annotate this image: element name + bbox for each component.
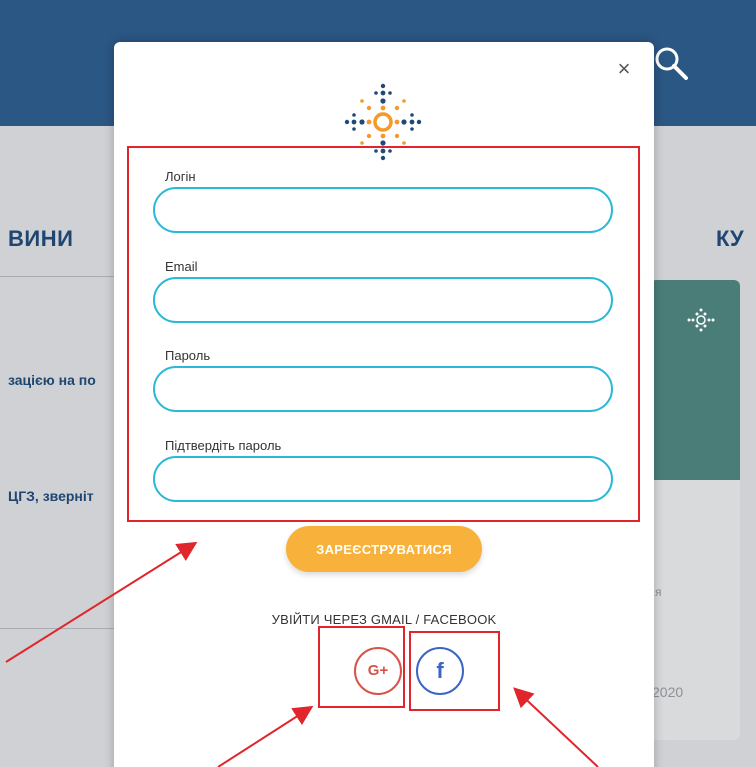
section-title-news: ВИНИ [8, 226, 74, 251]
card-text: я [655, 585, 662, 599]
card-date: 2020 [652, 684, 684, 700]
section-title-right: КУ [716, 226, 744, 251]
divider [0, 276, 120, 277]
annotation-google-box [318, 626, 405, 708]
card-logo-icon [687, 308, 715, 332]
annotation-facebook-box [409, 631, 500, 711]
annotation-form-box [127, 146, 640, 522]
close-button[interactable]: × [612, 58, 636, 82]
register-button[interactable]: ЗАРЕЄСТРУВАТИСЯ [286, 526, 482, 572]
social-login-caption: УВІЙТИ ЧЕРЕЗ GMAIL / FACEBOOK [271, 612, 497, 627]
divider [0, 628, 120, 629]
news-link[interactable]: ЦГЗ, зверніт [8, 488, 94, 504]
news-link[interactable]: зацією на по [8, 372, 96, 388]
search-icon[interactable] [652, 44, 692, 84]
